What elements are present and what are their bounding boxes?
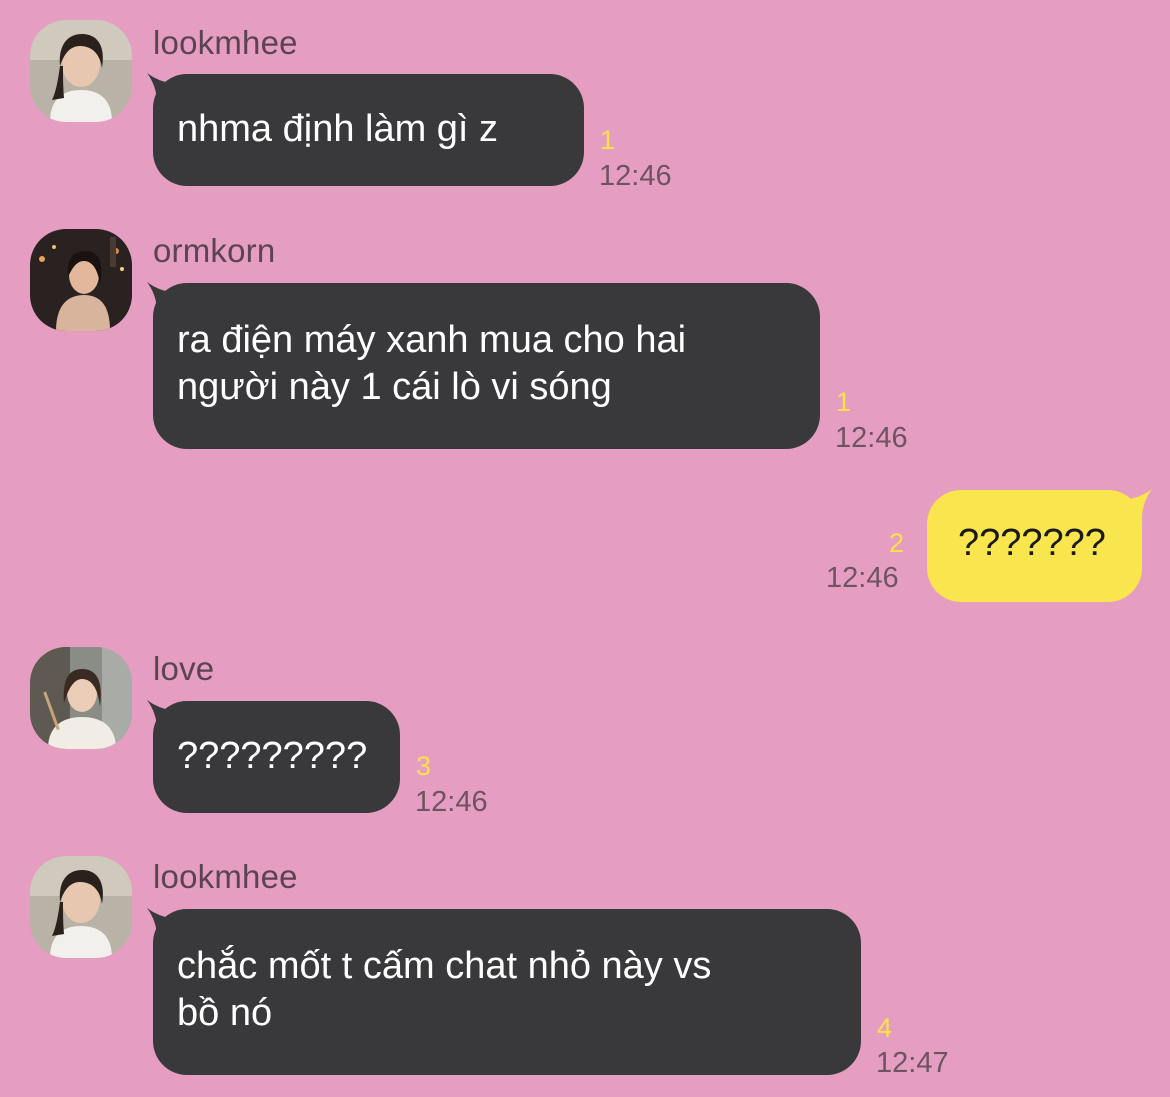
unread-count: 1: [600, 125, 616, 155]
avatar-photo: [30, 20, 132, 122]
timestamp: 12:46: [826, 562, 899, 594]
message-bubble[interactable]: ?????????: [153, 701, 400, 813]
avatar-love[interactable]: [30, 647, 132, 749]
message-bubble[interactable]: nhma định làm gì z: [153, 74, 584, 186]
sender-name: lookmhee: [153, 24, 298, 61]
message-bubble[interactable]: ra điện máy xanh mua cho hai người này 1…: [153, 283, 820, 449]
avatar-photo: [30, 229, 132, 331]
message-bubble[interactable]: chắc mốt t cấm chat nhỏ này vs bồ nó: [153, 909, 861, 1075]
timestamp: 12:46: [599, 160, 672, 192]
timestamp: 12:47: [876, 1047, 949, 1079]
unread-count: 2: [889, 528, 905, 558]
avatar-photo: [30, 647, 132, 749]
sender-name: lookmhee: [153, 858, 298, 895]
avatar-lookmhee[interactable]: [30, 856, 132, 958]
sender-name: ormkorn: [153, 232, 276, 269]
avatar-lookmhee[interactable]: [30, 20, 132, 122]
timestamp: 12:46: [835, 422, 908, 454]
avatar-photo: [30, 856, 132, 958]
unread-count: 4: [877, 1013, 893, 1043]
unread-count: 1: [836, 387, 852, 417]
sender-name: love: [153, 650, 215, 687]
message-bubble-outgoing[interactable]: ???????: [927, 490, 1142, 602]
avatar-ormkorn[interactable]: [30, 229, 132, 331]
timestamp: 12:46: [415, 786, 488, 818]
unread-count: 3: [416, 751, 432, 781]
